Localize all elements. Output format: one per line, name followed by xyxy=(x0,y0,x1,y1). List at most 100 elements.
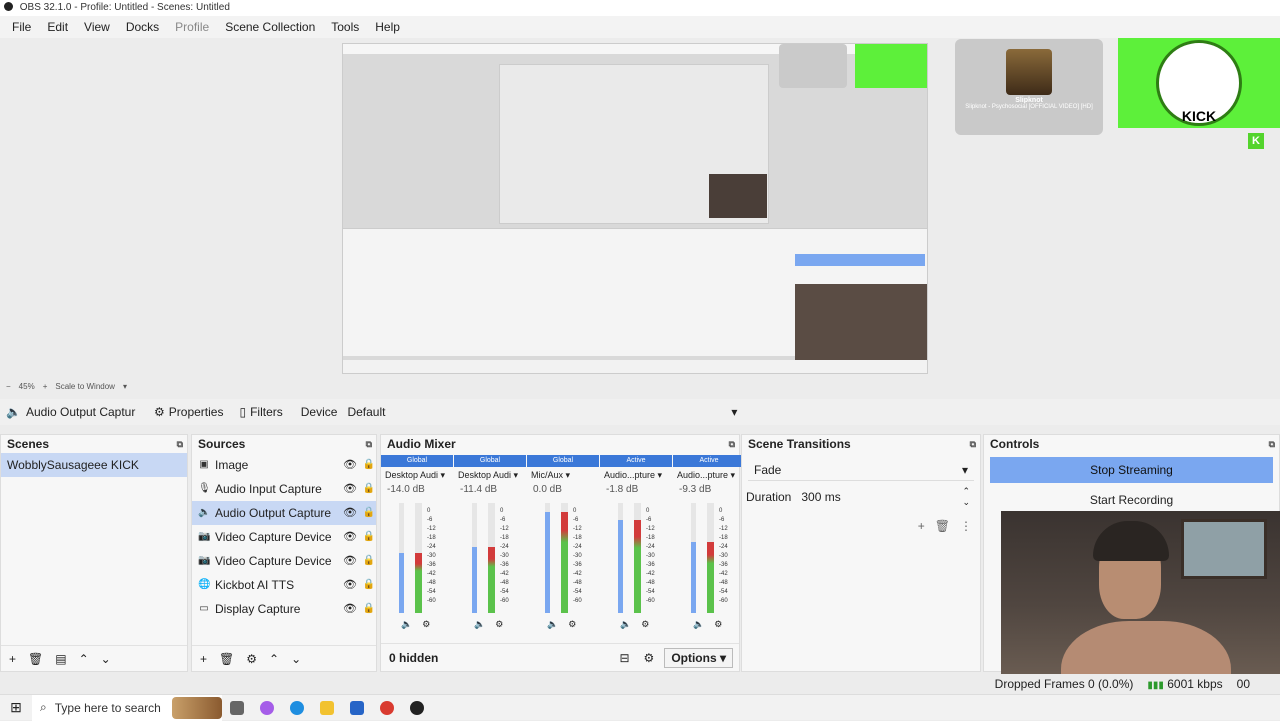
channel-name[interactable]: Mic/Aux ▾ xyxy=(527,467,599,483)
properties-button[interactable]: ⚙ Properties xyxy=(146,405,231,419)
channel-settings-icon[interactable]: ⚙ xyxy=(568,619,576,630)
channel-name[interactable]: Desktop Audi ▾ xyxy=(454,467,526,483)
source-item[interactable]: 🎙 Audio Input Capture 👁 🔒 xyxy=(192,477,376,501)
menu-scene-collection[interactable]: Scene Collection xyxy=(217,16,323,38)
zoom-mode[interactable]: Scale to Window xyxy=(55,382,115,391)
menu-file[interactable]: File xyxy=(4,16,39,38)
channel-name[interactable]: Audio...pture ▾ xyxy=(673,467,745,483)
zoom-in-button[interactable]: + xyxy=(43,382,48,391)
visibility-icon[interactable]: 👁 xyxy=(343,549,357,573)
level-meter-fill xyxy=(561,511,568,613)
status-bar: Dropped Frames 0 (0.0%) ▮▮▮ 6001 kbps 00 xyxy=(0,674,1280,694)
undock-icon[interactable]: ⧉ xyxy=(970,435,976,453)
menu-help[interactable]: Help xyxy=(367,16,408,38)
add-scene-button[interactable]: + xyxy=(9,652,16,666)
channel-settings-icon[interactable]: ⚙ xyxy=(495,619,503,630)
duration-stepper[interactable]: ⌃ ⌄ xyxy=(962,486,970,508)
source-item[interactable]: 📷 Video Capture Device 👁 🔒 xyxy=(192,525,376,549)
source-item[interactable]: 🌐 Kickbot AI TTS 👁 🔒 xyxy=(192,573,376,597)
device-select[interactable]: Default ▾ xyxy=(347,405,737,419)
zoom-mode-dropdown-icon[interactable]: ▾ xyxy=(123,382,127,391)
lock-icon[interactable]: 🔒 xyxy=(362,597,376,621)
transition-select[interactable]: Fade ▾ xyxy=(748,459,974,481)
volume-slider[interactable] xyxy=(691,503,696,613)
scene-filters-button[interactable]: ▤ xyxy=(55,652,66,666)
channel-settings-icon[interactable]: ⚙ xyxy=(714,619,722,630)
source-item[interactable]: 📷 Video Capture Device 👁 🔒 xyxy=(192,549,376,573)
db-tick: -48 xyxy=(646,580,655,586)
scene-item[interactable]: WobblySausageee KICK xyxy=(1,453,187,477)
menu-edit[interactable]: Edit xyxy=(39,16,76,38)
db-tick: -24 xyxy=(646,544,655,550)
move-up-button[interactable]: ⌃ xyxy=(79,652,89,666)
channel-settings-icon[interactable]: ⚙ xyxy=(641,619,649,630)
mute-icon[interactable]: 🔈 xyxy=(474,619,485,630)
visibility-icon[interactable]: 👁 xyxy=(343,573,357,597)
remove-scene-button[interactable]: 🗑 xyxy=(28,652,43,666)
source-properties-button[interactable]: ⚙ xyxy=(246,652,257,666)
more-options-icon[interactable]: ⋮ xyxy=(960,519,972,533)
lock-icon[interactable]: 🔒 xyxy=(362,525,376,549)
remove-source-button[interactable]: 🗑 xyxy=(219,652,234,666)
chrome-icon[interactable] xyxy=(372,695,402,721)
visibility-icon[interactable]: 👁 xyxy=(343,525,357,549)
add-transition-button[interactable]: + xyxy=(918,519,925,533)
channel-settings-icon[interactable]: ⚙ xyxy=(422,619,430,630)
visibility-icon[interactable]: 👁 xyxy=(343,597,357,621)
mute-icon[interactable]: 🔈 xyxy=(401,619,412,630)
lock-icon[interactable]: 🔒 xyxy=(362,501,376,525)
layout-icon[interactable]: ⊟ xyxy=(619,651,629,665)
undock-icon[interactable]: ⧉ xyxy=(1269,435,1275,453)
start-recording-button[interactable]: Start Recording xyxy=(990,487,1273,513)
volume-slider[interactable] xyxy=(545,503,550,613)
remove-transition-button[interactable]: 🗑 xyxy=(935,519,950,533)
move-down-button[interactable]: ⌄ xyxy=(291,652,301,666)
stop-streaming-button[interactable]: Stop Streaming xyxy=(990,457,1273,483)
visibility-icon[interactable]: 👁 xyxy=(343,501,357,525)
db-tick: -48 xyxy=(573,580,582,586)
duration-input[interactable]: 300 ms xyxy=(801,490,952,504)
visibility-icon[interactable]: 👁 xyxy=(343,477,357,501)
zoom-out-button[interactable]: − xyxy=(6,382,11,391)
move-up-button[interactable]: ⌃ xyxy=(269,652,279,666)
visibility-icon[interactable]: 👁 xyxy=(343,453,357,477)
menu-profile[interactable]: Profile xyxy=(167,16,217,38)
lock-icon[interactable]: 🔒 xyxy=(362,453,376,477)
menu-docks[interactable]: Docks xyxy=(118,16,167,38)
undock-icon[interactable]: ⧉ xyxy=(366,435,372,453)
mixer-settings-icon[interactable]: ⚙ xyxy=(644,651,655,665)
menu-tools[interactable]: Tools xyxy=(323,16,367,38)
store-icon[interactable] xyxy=(342,695,372,721)
lock-icon[interactable]: 🔒 xyxy=(362,549,376,573)
file-explorer-icon[interactable] xyxy=(312,695,342,721)
source-item[interactable]: 🔈 Audio Output Capture 👁 🔒 xyxy=(192,501,376,525)
task-view-icon[interactable] xyxy=(222,695,252,721)
undock-icon[interactable]: ⧉ xyxy=(729,435,735,453)
source-item[interactable]: ▭ Display Capture 👁 🔒 xyxy=(192,597,376,621)
source-item[interactable]: ▣ Image 👁 🔒 xyxy=(192,453,376,477)
volume-slider[interactable] xyxy=(399,503,404,613)
edge-icon[interactable] xyxy=(282,695,312,721)
menu-view[interactable]: View xyxy=(76,16,118,38)
level-meter xyxy=(707,503,714,613)
channel-buttons: 🔈 ⚙ xyxy=(474,619,503,630)
volume-slider[interactable] xyxy=(472,503,477,613)
filters-button[interactable]: ▯ Filters xyxy=(231,405,290,419)
undock-icon[interactable]: ⧉ xyxy=(177,435,183,453)
lock-icon[interactable]: 🔒 xyxy=(362,573,376,597)
add-source-button[interactable]: + xyxy=(200,652,207,666)
obs-taskbar-icon[interactable] xyxy=(402,695,432,721)
lock-icon[interactable]: 🔒 xyxy=(362,477,376,501)
mixer-options-button[interactable]: Options ▾ xyxy=(664,647,733,668)
channel-name[interactable]: Audio...pture ▾ xyxy=(600,467,672,483)
mute-icon[interactable]: 🔈 xyxy=(547,619,558,630)
mute-icon[interactable]: 🔈 xyxy=(693,619,704,630)
move-down-button[interactable]: ⌄ xyxy=(101,652,111,666)
stream-preview[interactable] xyxy=(342,43,928,374)
level-meter xyxy=(561,503,568,613)
copilot-icon[interactable] xyxy=(252,695,282,721)
channel-name[interactable]: Desktop Audi ▾ xyxy=(381,467,453,483)
volume-slider[interactable] xyxy=(618,503,623,613)
mute-icon[interactable]: 🔈 xyxy=(620,619,631,630)
windows-start-icon[interactable]: ⊞ xyxy=(0,699,32,716)
